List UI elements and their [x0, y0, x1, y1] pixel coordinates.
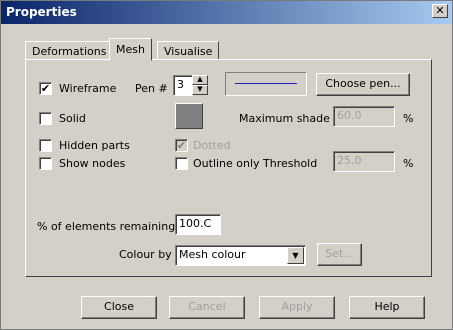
hidden-parts-label: Hidden parts: [59, 139, 130, 152]
threshold-input[interactable]: 25.0: [333, 151, 395, 172]
solid-checkbox[interactable]: [39, 112, 52, 125]
tab-visualise[interactable]: Visualise: [157, 41, 220, 60]
show-nodes-checkbox[interactable]: [39, 157, 52, 170]
threshold-label: Threshold: [263, 157, 318, 170]
dropdown-arrow-icon[interactable]: ▼: [287, 247, 304, 264]
tab-deformations[interactable]: Deformations: [25, 41, 114, 60]
pen-number-input[interactable]: 3: [173, 75, 193, 96]
shade-swatch[interactable]: [175, 103, 203, 129]
outline-only-label: Outline only: [193, 157, 260, 170]
wireframe-checkbox[interactable]: ✔: [39, 82, 52, 95]
elements-remaining-label: % of elements remaining: [37, 220, 176, 233]
colour-by-value: Mesh colour: [179, 248, 246, 261]
title-bar: Properties ✕: [1, 1, 452, 24]
close-icon[interactable]: ✕: [432, 4, 448, 18]
pen-preview: [225, 72, 307, 96]
pen-label: Pen #: [135, 82, 168, 95]
outline-only-checkbox[interactable]: [175, 157, 188, 170]
choose-pen-button[interactable]: Choose pen...: [316, 73, 410, 96]
cancel-button[interactable]: Cancel: [169, 296, 245, 319]
show-nodes-label: Show nodes: [59, 157, 126, 170]
maximum-shade-label: Maximum shade: [239, 112, 330, 125]
tab-mesh[interactable]: Mesh: [109, 38, 152, 61]
window-title: Properties: [6, 5, 77, 19]
properties-dialog: Properties ✕ Deformations Mesh Visualise…: [0, 0, 453, 330]
close-button[interactable]: Close: [81, 296, 157, 319]
maximum-shade-unit: %: [403, 112, 414, 125]
help-button[interactable]: Help: [349, 296, 425, 319]
spin-down-icon[interactable]: ▼: [192, 85, 208, 95]
wireframe-label: Wireframe: [59, 82, 117, 95]
threshold-unit: %: [403, 157, 414, 170]
apply-button[interactable]: Apply: [259, 296, 335, 319]
solid-label: Solid: [59, 112, 86, 125]
elements-remaining-input[interactable]: 100.C: [175, 214, 221, 235]
hidden-parts-checkbox[interactable]: [39, 139, 52, 152]
maximum-shade-input[interactable]: 60.0: [333, 106, 395, 127]
dotted-label: Dotted: [193, 139, 231, 152]
spin-up-icon[interactable]: ▲: [192, 75, 208, 85]
set-button[interactable]: Set...: [317, 243, 362, 266]
dotted-checkbox[interactable]: ✔: [175, 139, 188, 152]
colour-by-label: Colour by: [119, 248, 172, 261]
pen-spinner[interactable]: ▲ ▼: [192, 75, 208, 95]
